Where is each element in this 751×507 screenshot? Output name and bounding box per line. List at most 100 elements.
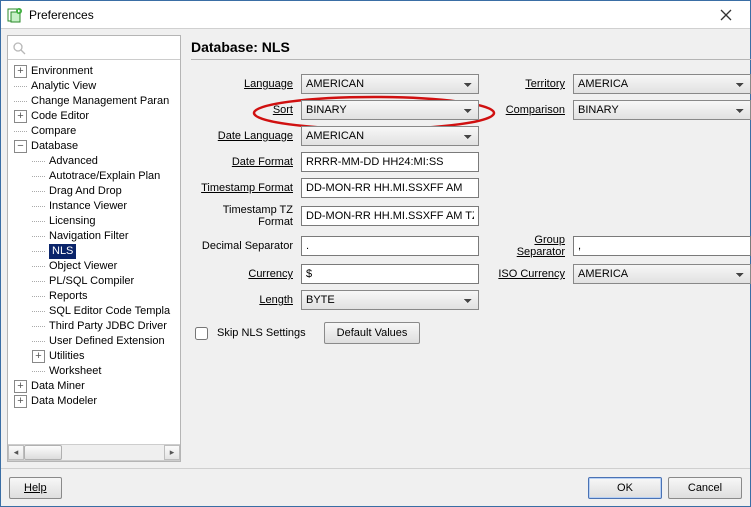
tree-item-label[interactable]: Change Management Paran [31, 94, 169, 109]
length-select[interactable]: BYTE [301, 290, 479, 310]
tree-item[interactable]: + Data Miner [10, 379, 178, 394]
scroll-thumb[interactable] [24, 445, 62, 460]
expand-icon[interactable]: + [14, 65, 27, 78]
tree-branch-icon [14, 95, 27, 108]
tree-item-label[interactable]: NLS [49, 244, 76, 259]
tree-item[interactable]: Advanced [10, 154, 178, 169]
tree-item[interactable]: Navigation Filter [10, 229, 178, 244]
horizontal-scrollbar[interactable]: ◂ ▸ [8, 444, 180, 461]
tree-item-label[interactable]: Autotrace/Explain Plan [49, 169, 160, 184]
tree-item-label[interactable]: User Defined Extension [49, 334, 165, 349]
tree-item-label[interactable]: PL/SQL Compiler [49, 274, 134, 289]
label-length: Length [191, 294, 295, 306]
preferences-window: Preferences +EnvironmentAnalytic ViewCha… [0, 0, 751, 507]
tree-item[interactable]: Third Party JDBC Driver [10, 319, 178, 334]
expand-icon[interactable]: + [14, 380, 27, 393]
group-separator-input[interactable] [573, 236, 751, 256]
label-decimal-separator: Decimal Separator [191, 240, 295, 252]
label-language: Language [191, 78, 295, 90]
tree-branch-icon [32, 215, 45, 228]
comparison-select[interactable]: BINARY [573, 100, 751, 120]
tree-item-label[interactable]: Instance Viewer [49, 199, 127, 214]
scroll-right-button[interactable]: ▸ [164, 445, 180, 460]
territory-select[interactable]: AMERICA [573, 74, 751, 94]
tree-item-label[interactable]: Advanced [49, 154, 98, 169]
search-input[interactable] [30, 41, 176, 55]
tree-branch-icon [32, 185, 45, 198]
collapse-icon[interactable]: − [14, 140, 27, 153]
category-tree[interactable]: + EnvironmentAnalytic ViewChange Manageme… [8, 60, 180, 444]
scroll-track[interactable] [24, 445, 164, 460]
scroll-left-button[interactable]: ◂ [8, 445, 24, 460]
default-values-button[interactable]: Default Values [324, 322, 421, 344]
tree-item-label[interactable]: Database [31, 139, 78, 154]
skip-nls-checkbox[interactable] [195, 327, 208, 340]
tree-item-label[interactable]: Code Editor [31, 109, 89, 124]
tree-item-label[interactable]: Third Party JDBC Driver [49, 319, 167, 334]
tree-item-label[interactable]: Licensing [49, 214, 95, 229]
sort-select[interactable]: BINARY [301, 100, 479, 120]
tree-item-label[interactable]: Drag And Drop [49, 184, 122, 199]
label-timestamp-format: Timestamp Format [191, 182, 295, 194]
search-icon [12, 41, 26, 55]
tree-item[interactable]: Licensing [10, 214, 178, 229]
tree-item-label[interactable]: Navigation Filter [49, 229, 128, 244]
decimal-separator-input[interactable] [301, 236, 479, 256]
timestamp-tz-format-input[interactable] [301, 206, 479, 226]
ok-button[interactable]: OK [588, 477, 662, 499]
tree-branch-icon [32, 245, 45, 258]
tree-item[interactable]: + Utilities [10, 349, 178, 364]
tree-item[interactable]: + Environment [10, 64, 178, 79]
expand-icon[interactable]: + [14, 395, 27, 408]
tree-item[interactable]: −Database [10, 139, 178, 154]
tree-branch-icon [32, 335, 45, 348]
tree-item[interactable]: NLS [10, 244, 178, 259]
footer: Help OK Cancel [1, 468, 750, 506]
tree-item[interactable]: SQL Editor Code Templa [10, 304, 178, 319]
tree-branch-icon [14, 125, 27, 138]
tree-item[interactable]: Autotrace/Explain Plan [10, 169, 178, 184]
tree-branch-icon [32, 305, 45, 318]
cancel-button[interactable]: Cancel [668, 477, 742, 499]
tree-item[interactable]: Change Management Paran [10, 94, 178, 109]
tree-item-label[interactable]: Analytic View [31, 79, 96, 94]
date-language-select[interactable]: AMERICAN [301, 126, 479, 146]
tree-item[interactable]: Reports [10, 289, 178, 304]
language-select[interactable]: AMERICAN [301, 74, 479, 94]
tree-item[interactable]: + Data Modeler [10, 394, 178, 409]
tree-item[interactable]: User Defined Extension [10, 334, 178, 349]
tree-branch-icon [32, 155, 45, 168]
close-button[interactable] [706, 4, 746, 26]
label-timestamp-tz-format: Timestamp TZ Format [191, 204, 295, 228]
tree-item[interactable]: Instance Viewer [10, 199, 178, 214]
tree-item[interactable]: Compare [10, 124, 178, 139]
tree-item-label[interactable]: SQL Editor Code Templa [49, 304, 170, 319]
tree-item-label[interactable]: Data Miner [31, 379, 85, 394]
tree-item[interactable]: Object Viewer [10, 259, 178, 274]
expand-icon[interactable]: + [32, 350, 45, 363]
tree-item-label[interactable]: Utilities [49, 349, 84, 364]
tree-item[interactable]: PL/SQL Compiler [10, 274, 178, 289]
timestamp-format-input[interactable] [301, 178, 479, 198]
date-format-input[interactable] [301, 152, 479, 172]
label-group-separator: Group Separator [485, 234, 567, 258]
tree-item[interactable]: Worksheet [10, 364, 178, 379]
tree-item[interactable]: + Code Editor [10, 109, 178, 124]
tree-item-label[interactable]: Data Modeler [31, 394, 97, 409]
settings-form: Language AMERICAN Territory AMERICA Sort… [191, 74, 751, 344]
tree-item[interactable]: Drag And Drop [10, 184, 178, 199]
tree-branch-icon [32, 320, 45, 333]
settings-panel: Database: NLS Language AMERICAN Territor… [181, 35, 751, 462]
help-button[interactable]: Help [9, 477, 62, 499]
tree-item-label[interactable]: Worksheet [49, 364, 101, 379]
tree-item-label[interactable]: Reports [49, 289, 88, 304]
tree-item-label[interactable]: Environment [31, 64, 93, 79]
currency-input[interactable] [301, 264, 479, 284]
tree-item-label[interactable]: Object Viewer [49, 259, 117, 274]
label-comparison: Comparison [485, 104, 567, 116]
iso-currency-select[interactable]: AMERICA [573, 264, 751, 284]
tree-branch-icon [32, 230, 45, 243]
expand-icon[interactable]: + [14, 110, 27, 123]
tree-item[interactable]: Analytic View [10, 79, 178, 94]
tree-item-label[interactable]: Compare [31, 124, 76, 139]
